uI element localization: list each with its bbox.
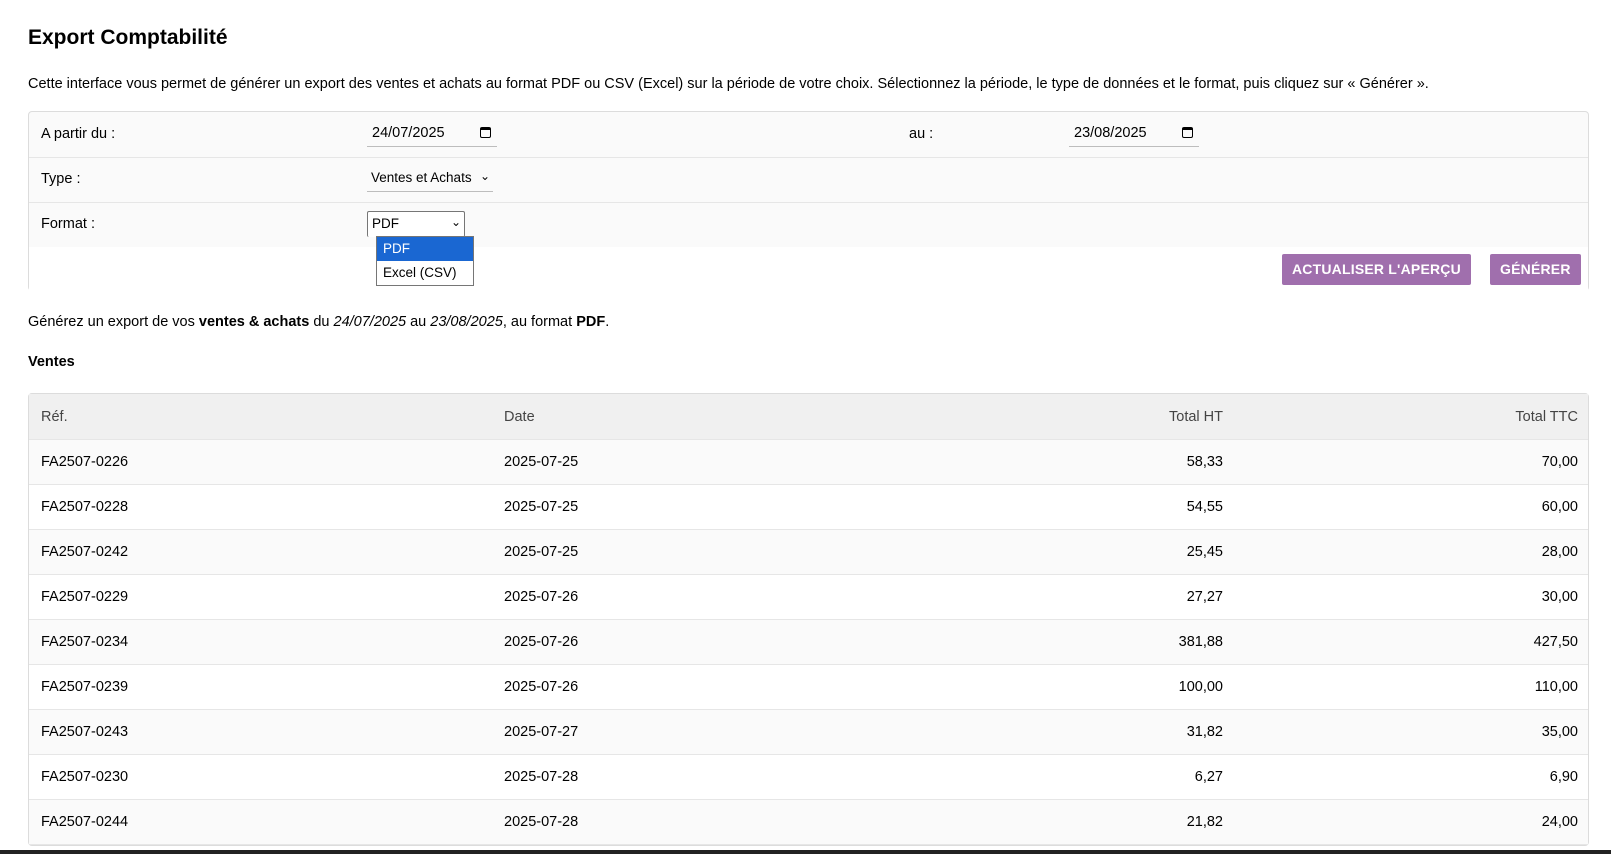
cell-ref: FA2507-0242: [41, 544, 129, 560]
summary-text: du: [309, 314, 334, 330]
table-row[interactable]: FA2507-0226 2025-07-25 58,33 70,00: [29, 440, 1588, 485]
cell-total-ttc: 6,90: [1549, 769, 1578, 785]
cell-total-ttc: 60,00: [1541, 499, 1578, 515]
cell-total-ht: 31,82: [1186, 724, 1223, 740]
window-bottom-border: [0, 850, 1611, 854]
chevron-down-icon: ⌄: [450, 215, 461, 229]
format-option-csv[interactable]: Excel (CSV): [377, 261, 473, 285]
table-row[interactable]: FA2507-0242 2025-07-25 25,45 28,00: [29, 530, 1588, 575]
table-row[interactable]: FA2507-0230 2025-07-28 6,27 6,90: [29, 755, 1588, 800]
cell-total-ttc: 30,00: [1541, 589, 1578, 605]
summary-suffix: .: [605, 314, 610, 330]
summary-from-date: 24/07/2025: [333, 314, 407, 330]
summary-to-date: 23/08/2025: [430, 314, 503, 330]
from-date-input[interactable]: 24/07/2025: [367, 121, 497, 147]
table-header: Réf. Date Total HT Total TTC: [29, 394, 1588, 440]
date-range-row: A partir du : 24/07/2025 au : 23/08/2025: [29, 112, 1588, 158]
from-date-label: A partir du :: [41, 126, 116, 142]
chevron-down-icon: ⌄: [479, 169, 490, 183]
to-date-label: au :: [909, 126, 934, 142]
from-date-value: 24/07/2025: [372, 125, 445, 141]
cell-total-ht: 381,88: [1178, 634, 1223, 650]
table-row[interactable]: FA2507-0244 2025-07-28 21,82 24,00: [29, 800, 1588, 845]
sales-table: Réf. Date Total HT Total TTC FA2507-0226…: [28, 393, 1589, 846]
generate-button[interactable]: GÉNÉRER: [1490, 254, 1581, 285]
cell-ref: FA2507-0243: [41, 724, 129, 740]
table-row[interactable]: FA2507-0243 2025-07-27 31,82 35,00: [29, 710, 1588, 755]
summary-text: au: [406, 314, 431, 330]
page-title: Export Comptabilité: [28, 26, 228, 49]
table-row[interactable]: FA2507-0239 2025-07-26 100,00 110,00: [29, 665, 1588, 710]
cell-total-ht: 27,27: [1186, 589, 1223, 605]
cell-date: 2025-07-25: [504, 499, 579, 515]
cell-date: 2025-07-27: [504, 724, 579, 740]
refresh-preview-button[interactable]: ACTUALISER L'APERÇU: [1282, 254, 1471, 285]
format-option-pdf[interactable]: PDF: [377, 237, 473, 261]
type-row: Type : Ventes et Achats ⌄: [29, 157, 1588, 203]
cell-date: 2025-07-28: [504, 814, 579, 830]
cell-date: 2025-07-26: [504, 589, 579, 605]
cell-total-ttc: 70,00: [1541, 454, 1578, 470]
cell-total-ht: 100,00: [1178, 679, 1223, 695]
cell-ref: FA2507-0226: [41, 454, 129, 470]
table-row[interactable]: FA2507-0229 2025-07-26 27,27 30,00: [29, 575, 1588, 620]
cell-ref: FA2507-0228: [41, 499, 129, 515]
to-date-value: 23/08/2025: [1074, 125, 1147, 141]
sales-heading: Ventes: [28, 354, 75, 370]
summary-type: ventes & achats: [198, 314, 310, 330]
cell-total-ttc: 24,00: [1541, 814, 1578, 830]
cell-total-ttc: 110,00: [1534, 679, 1578, 695]
type-select[interactable]: Ventes et Achats ⌄: [367, 166, 493, 192]
type-label: Type :: [41, 171, 81, 187]
calendar-icon[interactable]: [1182, 127, 1193, 138]
column-header-ref[interactable]: Réf.: [41, 409, 68, 425]
cell-total-ttc: 427,50: [1533, 634, 1578, 650]
cell-ref: FA2507-0229: [41, 589, 129, 605]
calendar-icon[interactable]: [480, 127, 491, 138]
cell-date: 2025-07-25: [504, 544, 579, 560]
cell-total-ttc: 28,00: [1541, 544, 1578, 560]
cell-ref: FA2507-0234: [41, 634, 129, 650]
cell-date: 2025-07-26: [504, 679, 579, 695]
cell-total-ht: 58,33: [1186, 454, 1223, 470]
format-row: Format : PDF ⌄: [29, 202, 1588, 248]
summary-prefix: Générez un export de vos: [28, 314, 199, 330]
format-select[interactable]: PDF ⌄: [367, 211, 465, 237]
intro-text: Cette interface vous permet de générer u…: [28, 76, 1429, 92]
cell-ref: FA2507-0244: [41, 814, 129, 830]
table-row[interactable]: FA2507-0228 2025-07-25 54,55 60,00: [29, 485, 1588, 530]
column-header-total-ht[interactable]: Total HT: [1169, 409, 1223, 425]
export-summary: Générez un export de vos ventes & achats…: [28, 314, 609, 330]
summary-format: PDF: [576, 314, 606, 330]
summary-text: , au format: [502, 314, 577, 330]
cell-ref: FA2507-0239: [41, 679, 129, 695]
cell-total-ttc: 35,00: [1541, 724, 1578, 740]
cell-date: 2025-07-28: [504, 769, 579, 785]
table-body: FA2507-0226 2025-07-25 58,33 70,00 FA2507-02…: [29, 440, 1588, 845]
cell-total-ht: 21,82: [1186, 814, 1223, 830]
cell-total-ht: 54,55: [1186, 499, 1223, 515]
cell-ref: FA2507-0230: [41, 769, 129, 785]
table-row[interactable]: FA2507-0234 2025-07-26 381,88 427,50: [29, 620, 1588, 665]
column-header-date[interactable]: Date: [504, 409, 535, 425]
to-date-input[interactable]: 23/08/2025: [1069, 121, 1199, 147]
cell-total-ht: 6,27: [1194, 769, 1223, 785]
cell-date: 2025-07-26: [504, 634, 579, 650]
cell-total-ht: 25,45: [1186, 544, 1223, 560]
format-select-value: PDF: [372, 216, 399, 231]
format-dropdown: PDF Excel (CSV): [376, 236, 474, 286]
cell-date: 2025-07-25: [504, 454, 579, 470]
type-select-value: Ventes et Achats: [371, 170, 472, 185]
format-label: Format :: [41, 216, 95, 232]
column-header-total-ttc[interactable]: Total TTC: [1515, 409, 1578, 425]
